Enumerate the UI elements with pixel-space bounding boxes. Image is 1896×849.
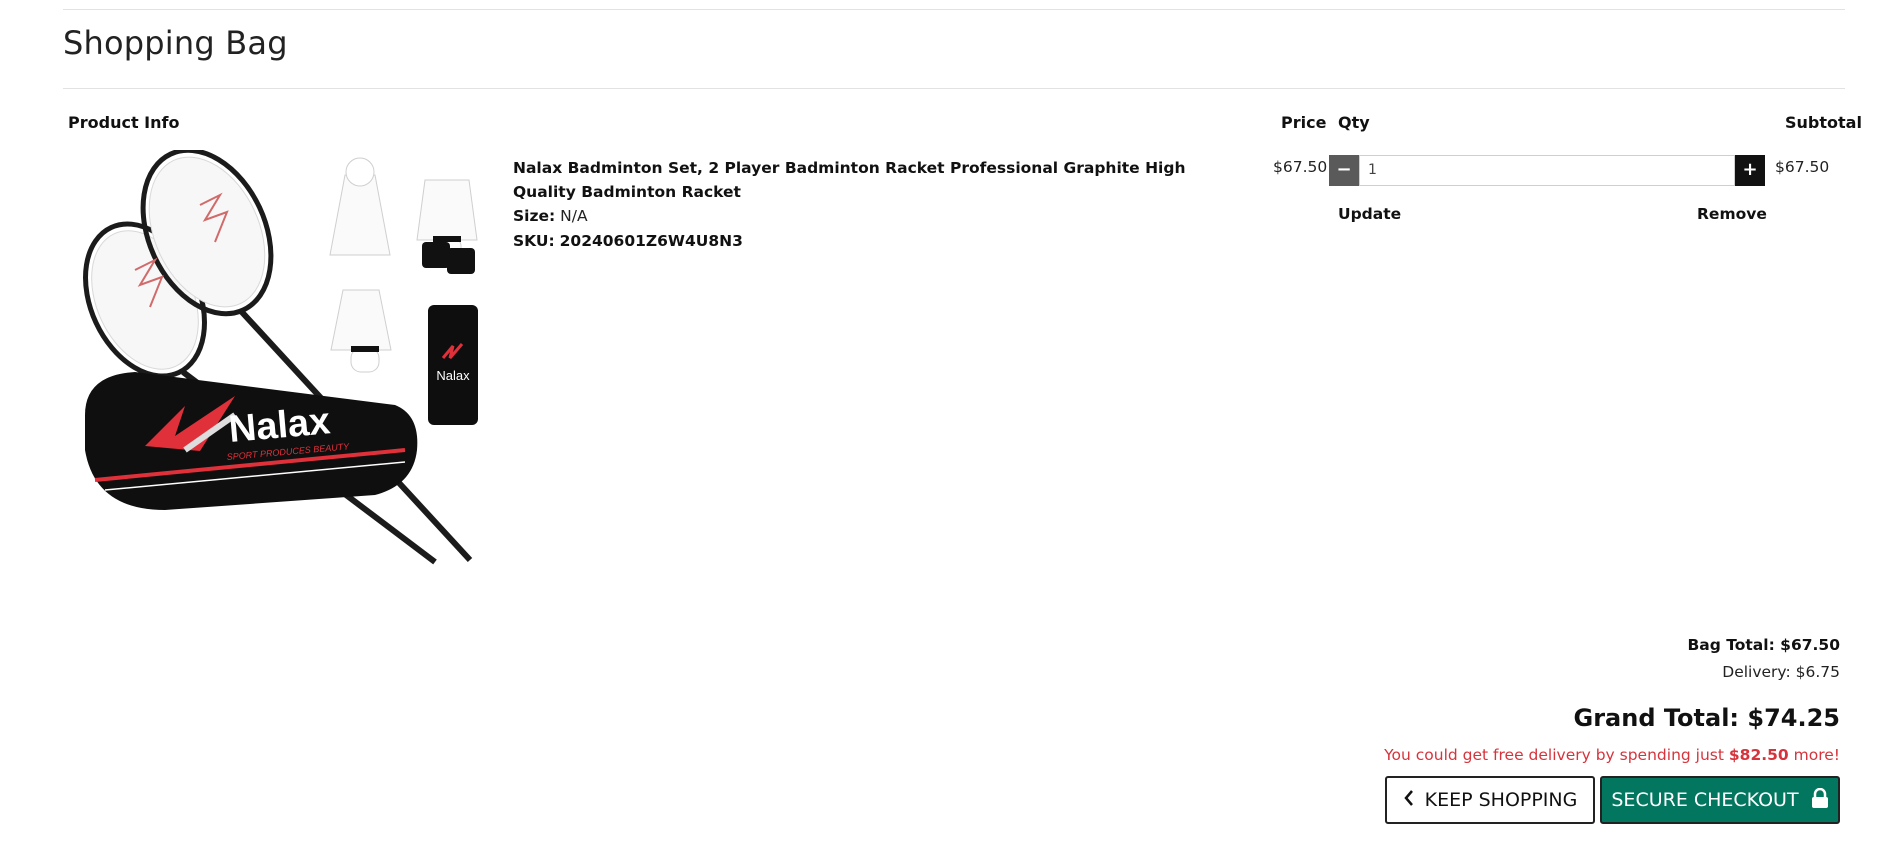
header-qty: Qty [1338,113,1370,132]
quantity-input[interactable]: 1 [1359,155,1735,186]
increment-button[interactable]: + [1735,155,1765,186]
size-label: Size: [513,207,556,225]
free-delivery-prefix: You could get free delivery by spending … [1384,746,1729,764]
secure-checkout-label: SECURE CHECKOUT [1611,789,1799,811]
product-size: Size: N/A [513,207,588,225]
keep-shopping-label: KEEP SHOPPING [1424,789,1578,811]
sku-label: SKU: [513,232,555,250]
top-divider [63,9,1845,10]
quantity-stepper: − 1 + [1329,155,1765,187]
header-price: Price [1281,113,1327,132]
size-value: N/A [560,207,588,225]
title-divider [63,88,1845,89]
item-price: $67.50 [1273,158,1328,176]
remove-link[interactable]: Remove [1697,205,1767,223]
free-delivery-amount: $82.50 [1728,746,1789,764]
bag-total: Bag Total: $67.50 [1687,636,1840,654]
grand-total: Grand Total: $74.25 [1573,704,1840,732]
lock-icon [1811,780,1829,824]
sku-value: 20240601Z6W4U8N3 [559,232,743,250]
secure-checkout-button[interactable]: SECURE CHECKOUT [1600,776,1840,824]
delivery-cost: Delivery: $6.75 [1722,663,1840,681]
decrement-button[interactable]: − [1329,155,1359,186]
update-link[interactable]: Update [1338,205,1401,223]
product-image[interactable]: Nalax Nalax SPORT PRODUCES BEAUTY [75,150,495,570]
free-delivery-message: You could get free delivery by spending … [1384,746,1840,764]
header-product-info: Product Info [68,113,180,132]
page-title: Shopping Bag [63,24,288,62]
product-sku: SKU: 20240601Z6W4U8N3 [513,232,743,250]
tube-logo-text: Nalax [436,368,470,383]
header-subtotal: Subtotal [1785,113,1862,132]
chevron-left-icon [1403,778,1415,822]
product-name[interactable]: Nalax Badminton Set, 2 Player Badminton … [513,156,1243,204]
item-subtotal: $67.50 [1775,158,1830,176]
free-delivery-suffix: more! [1788,746,1840,764]
keep-shopping-button[interactable]: KEEP SHOPPING [1385,776,1595,824]
